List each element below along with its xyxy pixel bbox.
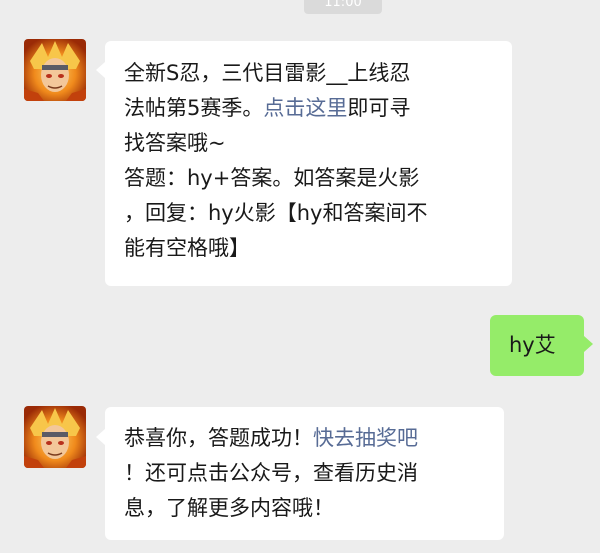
bubble-tail [96, 62, 105, 78]
sender-avatar[interactable] [24, 406, 86, 468]
message-line: 全新S忍，三代目雷影__上线忍 [124, 61, 411, 85]
message-line: 法帖第5赛季。点击这里即可寻 [124, 96, 411, 120]
message-line: 息，了解更多内容哦！ [124, 496, 334, 520]
bubble-tail [96, 429, 105, 445]
message-line: 找答案哦~ [124, 131, 226, 155]
incoming-message-bubble[interactable]: 全新S忍，三代目雷影__上线忍 法帖第5赛季。点击这里即可寻 找答案哦~ 答题：… [105, 41, 512, 286]
sender-avatar[interactable] [24, 39, 86, 101]
message-line: 能有空格哦】 [124, 236, 250, 260]
message-line: 恭喜你，答题成功！快去抽奖吧 [124, 426, 418, 450]
message-line: 答题：hy+答案。如答案是火影 [124, 166, 420, 190]
incoming-message-bubble[interactable]: 恭喜你，答题成功！快去抽奖吧 ！还可点击公众号，查看历史消 息，了解更多内容哦！ [105, 407, 504, 540]
message-text: hy艾 [509, 333, 556, 357]
message-line: ！还可点击公众号，查看历史消 [124, 461, 418, 485]
bubble-tail [584, 336, 593, 352]
go-draw-lottery-link[interactable]: 快去抽奖吧 [313, 426, 418, 450]
click-here-link[interactable]: 点击这里 [263, 96, 347, 120]
timestamp-chip: 11:00 [304, 0, 382, 14]
message-line: ，回复：hy火影【hy和答案间不 [124, 201, 428, 225]
ninja-character-avatar-icon [24, 406, 86, 468]
outgoing-message-bubble[interactable]: hy艾 [490, 315, 584, 376]
ninja-character-avatar-icon [24, 39, 86, 101]
